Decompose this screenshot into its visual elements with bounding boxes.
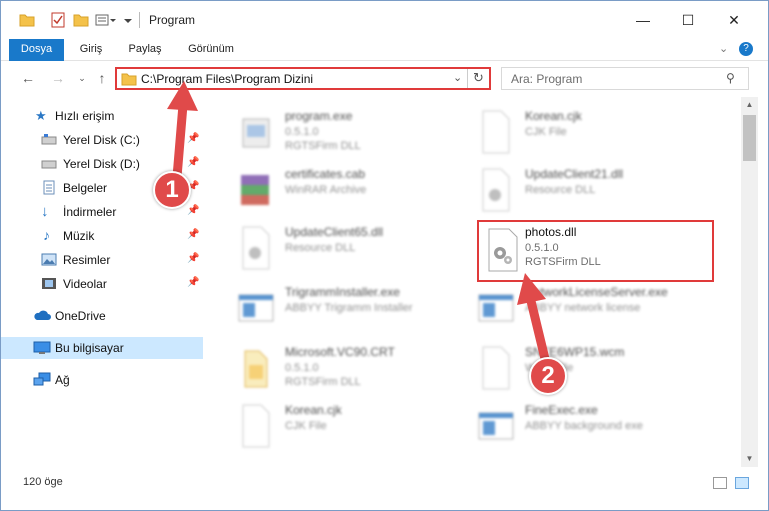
step-1-badge: 1 [153,171,191,209]
annotation-arrows [167,81,551,368]
step-2-badge: 2 [529,357,567,395]
arrow-1 [167,81,198,182]
arrow-2 [517,273,551,368]
explorer-window: Program — ☐ ✕ Dosya Giriş Paylaş Görünüm… [0,0,769,511]
